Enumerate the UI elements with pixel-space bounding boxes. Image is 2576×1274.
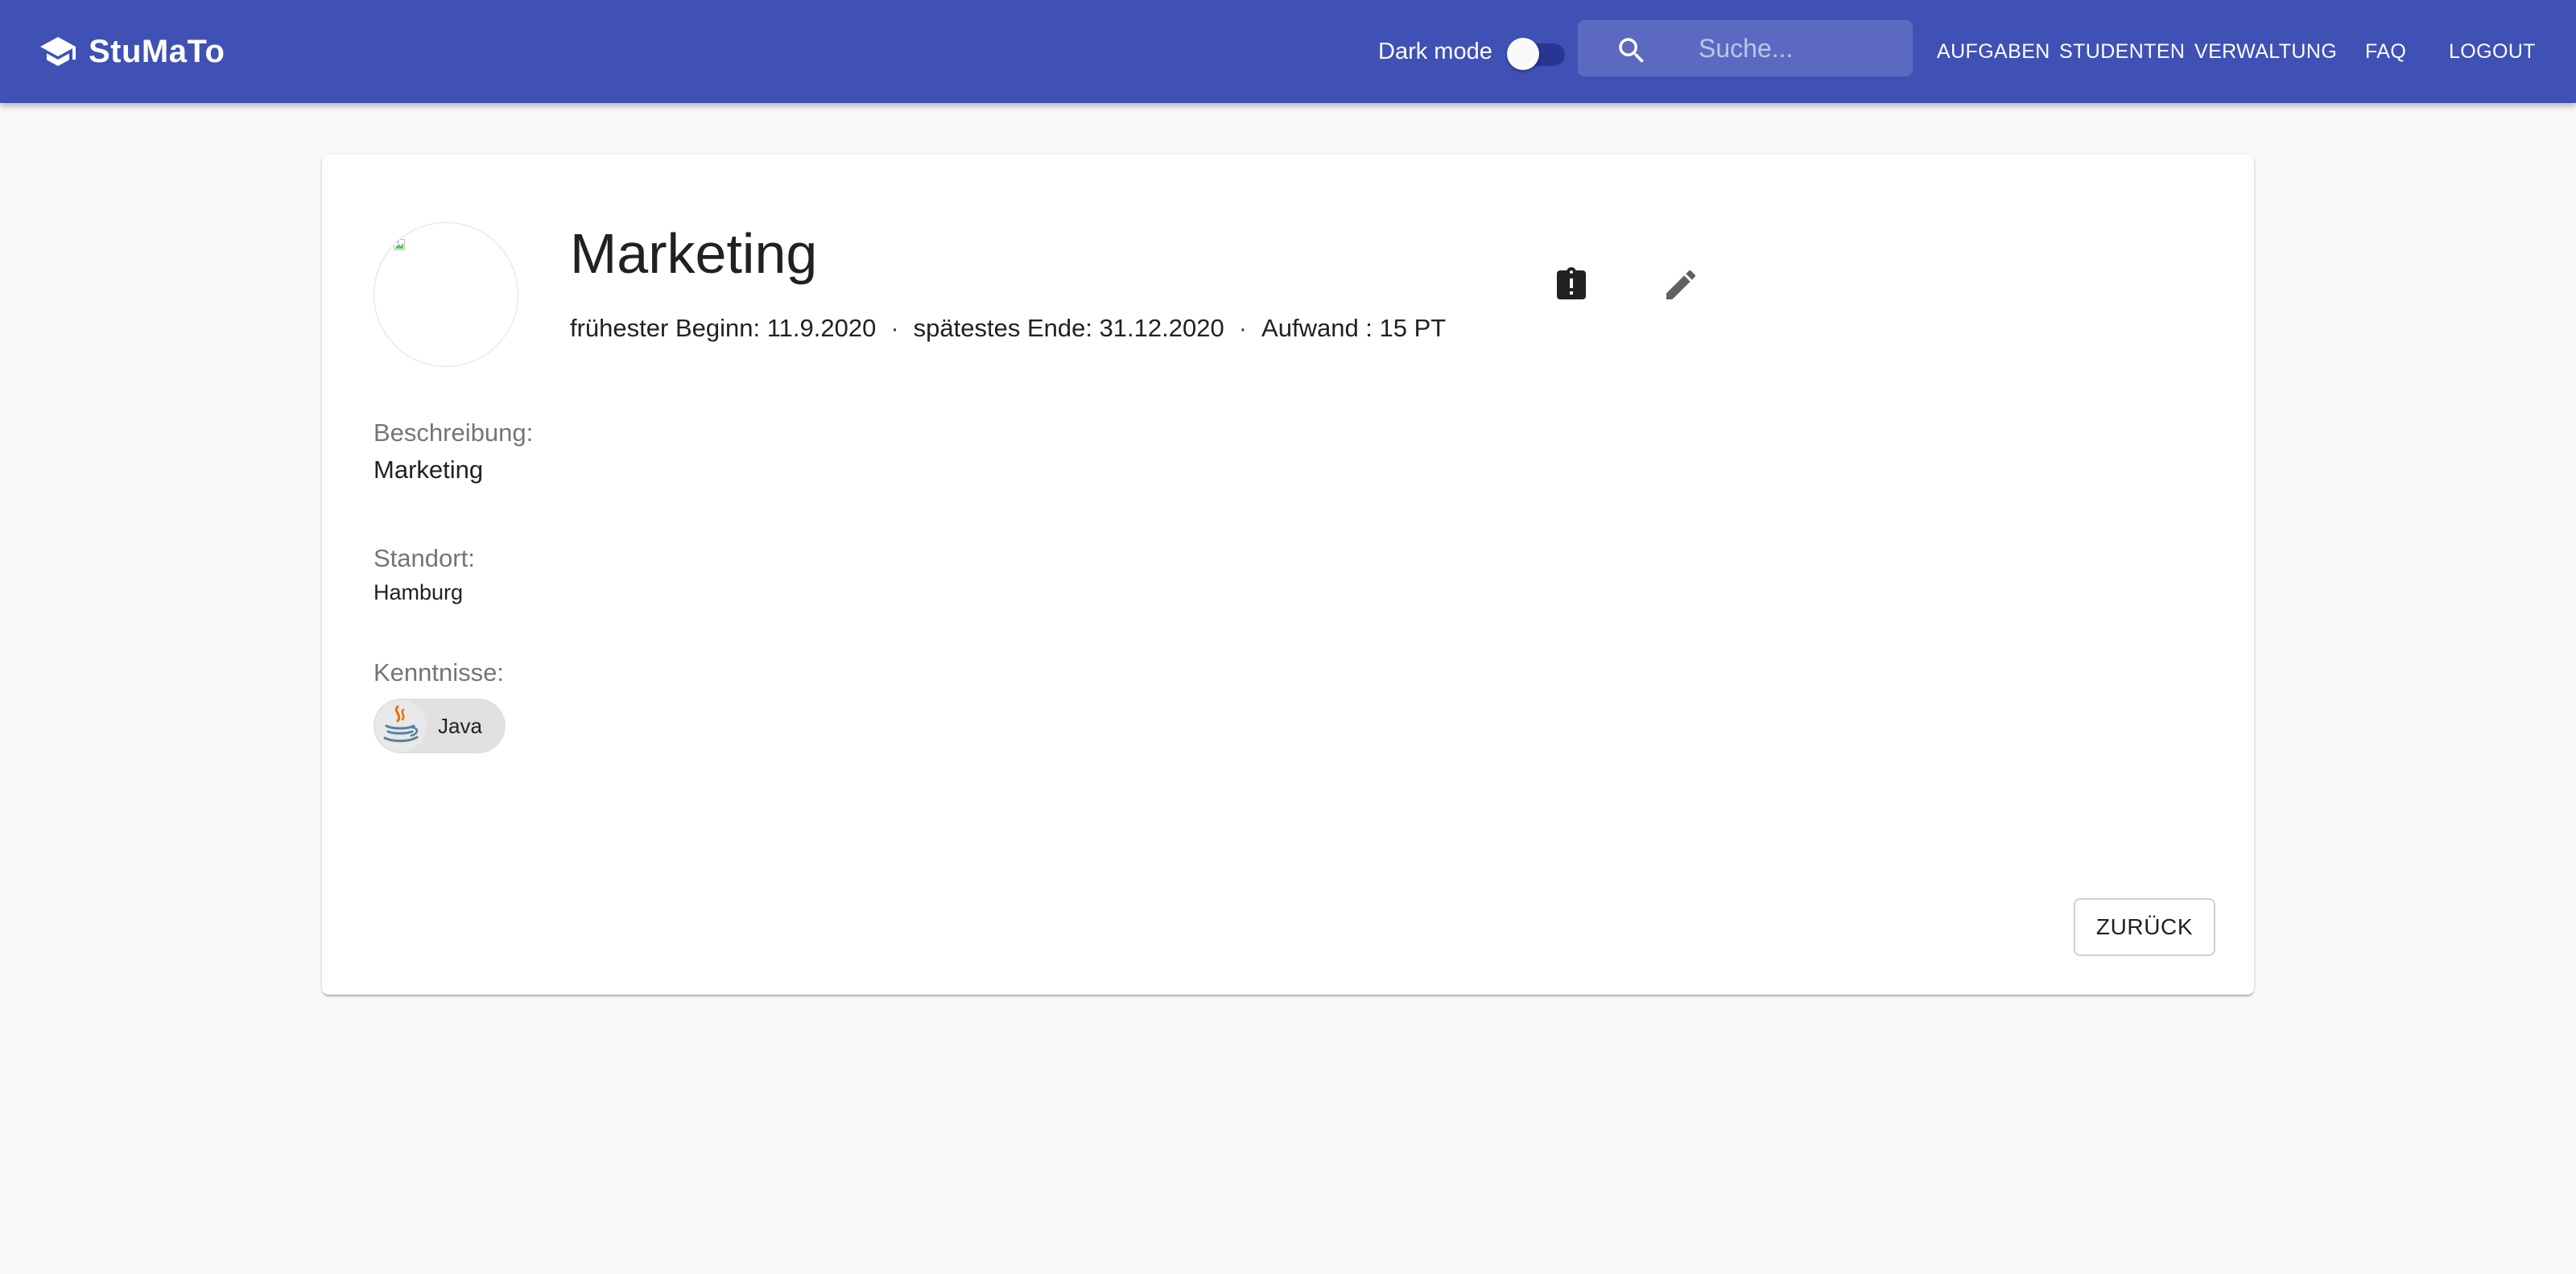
meta-separator: · — [890, 314, 899, 342]
app-bar: StuMaTo Dark mode AUFGABEN STUDENTEN VER… — [0, 0, 2576, 103]
description-value: Marketing — [374, 456, 484, 484]
skill-chip-label: Java — [438, 713, 482, 738]
earliest-start: frühester Beginn: 11.9.2020 — [570, 314, 877, 342]
pencil-icon — [1662, 266, 1700, 308]
description-label: Beschreibung: — [374, 418, 534, 447]
location-label: Standort: — [374, 544, 475, 572]
task-title: Marketing — [570, 222, 818, 285]
nav-logout[interactable]: LOGOUT — [2449, 35, 2536, 68]
search-box — [1578, 20, 1913, 76]
clipboard-alert-icon — [1552, 266, 1591, 308]
nav-verwaltung[interactable]: VERWALTUNG — [2194, 35, 2337, 68]
back-button[interactable]: ZURÜCK — [2074, 898, 2215, 956]
toggle-thumb — [1507, 38, 1539, 70]
skill-chip-java[interactable]: Java — [374, 699, 506, 753]
task-image — [374, 222, 518, 367]
nav-studenten[interactable]: STUDENTEN — [2059, 35, 2185, 68]
dark-mode-label: Dark mode — [1378, 39, 1492, 64]
location-value: Hamburg — [374, 580, 464, 604]
app-title: StuMaTo — [89, 33, 225, 69]
nav-faq[interactable]: FAQ — [2365, 35, 2406, 68]
brand[interactable]: StuMaTo — [39, 31, 225, 72]
task-detail-card: Marketing frühester Beginn: 11.9.2020 · sp… — [322, 155, 2254, 995]
dark-mode-toggle[interactable] — [1507, 35, 1565, 70]
graduation-cap-icon — [39, 32, 77, 71]
meta-separator: · — [1238, 314, 1248, 342]
broken-image-icon — [394, 239, 405, 250]
report-button[interactable] — [1533, 248, 1610, 325]
effort: Aufwand : 15 PT — [1261, 314, 1447, 342]
skills-label: Kenntnisse: — [374, 658, 504, 686]
java-logo-icon — [375, 700, 427, 752]
latest-end: spätestes Ende: 31.12.2020 — [913, 314, 1224, 342]
search-icon[interactable] — [1615, 34, 1649, 68]
nav-aufgaben[interactable]: AUFGABEN — [1937, 35, 2050, 68]
edit-button[interactable] — [1642, 248, 1719, 325]
task-meta: frühester Beginn: 11.9.2020 · spätestes En… — [570, 312, 1446, 344]
search-input[interactable] — [1699, 28, 1900, 68]
